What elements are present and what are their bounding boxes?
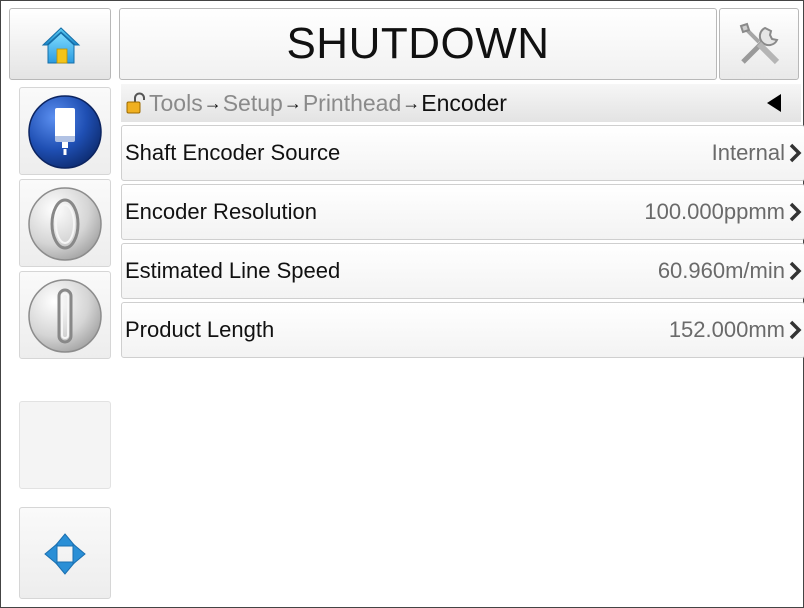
chevron-right-icon (789, 261, 802, 281)
setting-label: Encoder Resolution (125, 199, 318, 224)
chevron-right-icon (789, 320, 802, 340)
setting-row-estimated-line-speed[interactable]: Estimated Line Speed 60.960m/min (121, 243, 804, 299)
breadcrumb-separator: → (203, 92, 222, 113)
app-frame: SHUTDOWN Tools → Setup → Printhead → Enc… (0, 0, 804, 608)
tools-button[interactable] (719, 8, 799, 80)
breadcrumb-item-setup[interactable]: Setup (223, 90, 283, 117)
home-button[interactable] (9, 8, 111, 80)
setting-value: 60.960m/min (657, 258, 785, 283)
jet-start-button[interactable] (19, 179, 111, 267)
settings-list: Shaft Encoder Source Internal Encoder Re… (121, 125, 804, 361)
breadcrumb-item-printhead[interactable]: Printhead (303, 90, 401, 117)
breadcrumb-separator: → (402, 92, 421, 113)
navigation-arrows-icon (44, 533, 86, 575)
breadcrumb: Tools → Setup → Printhead → Encoder (121, 84, 801, 122)
status-title-box: SHUTDOWN (119, 8, 717, 80)
setting-value: Internal (711, 140, 785, 165)
print-start-icon (28, 279, 102, 353)
setting-label: Product Length (125, 317, 275, 342)
setting-row-encoder-resolution[interactable]: Encoder Resolution 100.000ppmm (121, 184, 804, 240)
home-icon (41, 27, 81, 64)
empty-slot (19, 401, 111, 489)
setting-value: 100.000ppmm (644, 199, 785, 224)
breadcrumb-item-encoder: Encoder (421, 89, 507, 116)
ink-status-button[interactable] (19, 87, 111, 175)
breadcrumb-item-tools[interactable]: Tools (149, 90, 203, 117)
setting-label: Estimated Line Speed (125, 258, 341, 283)
chevron-right-icon (789, 143, 802, 163)
page-title: SHUTDOWN (286, 19, 550, 68)
chevron-right-icon (789, 202, 802, 222)
ink-bottle-icon (28, 95, 102, 169)
unlocked-padlock-icon (126, 92, 145, 114)
back-arrow-icon[interactable] (765, 93, 783, 113)
setting-row-shaft-encoder-source[interactable]: Shaft Encoder Source Internal (121, 125, 804, 181)
print-toggle-button[interactable] (19, 271, 111, 359)
setting-value: 152.000mm (668, 317, 785, 342)
tools-icon (739, 22, 780, 65)
setting-label: Shaft Encoder Source (125, 140, 341, 165)
navigation-button[interactable] (19, 507, 111, 599)
setting-row-product-length[interactable]: Product Length 152.000mm (121, 302, 804, 358)
jet-start-icon (28, 187, 102, 261)
breadcrumb-separator: → (283, 92, 302, 113)
